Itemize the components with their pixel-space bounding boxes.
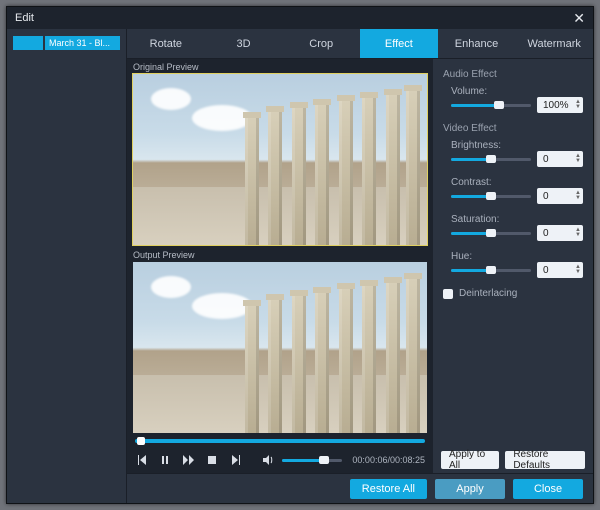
tab-bar: Rotate 3D Crop Effect Enhance Watermark — [127, 29, 593, 59]
stop-button[interactable] — [205, 453, 218, 467]
clip-thumbnail — [13, 36, 43, 50]
contrast-slider[interactable] — [451, 191, 531, 201]
apply-to-all-button[interactable]: Apply to All — [441, 451, 499, 469]
sidebar: March 31 - Bl... — [7, 29, 127, 503]
saturation-spinner[interactable]: ▲▼ — [575, 228, 581, 238]
contrast-spinner[interactable]: ▲▼ — [575, 191, 581, 201]
sidebar-clip-item[interactable]: March 31 - Bl... — [13, 35, 120, 51]
close-icon[interactable]: ✕ — [573, 11, 585, 25]
timecode: 00:00:06/00:08:25 — [352, 455, 425, 465]
apply-button[interactable]: Apply — [435, 479, 505, 499]
tab-rotate[interactable]: Rotate — [127, 29, 205, 58]
restore-defaults-button[interactable]: Restore Defaults — [505, 451, 585, 469]
tab-3d[interactable]: 3D — [205, 29, 283, 58]
panel-bottom: Apply to All Restore Defaults — [433, 447, 593, 473]
saturation-value[interactable]: 0▲▼ — [537, 225, 583, 241]
brightness-label: Brightness: — [443, 140, 583, 151]
next-frame-button[interactable] — [229, 453, 242, 467]
edit-window: Edit ✕ March 31 - Bl... Rotate 3D Crop E… — [6, 6, 594, 504]
output-preview-label: Output Preview — [127, 247, 433, 262]
original-preview — [133, 74, 427, 245]
preview-column: Original Preview Output P — [127, 59, 433, 473]
work-row: Original Preview Output P — [127, 59, 593, 473]
audio-section-label: Audio Effect — [443, 69, 583, 80]
volume-label: Volume: — [443, 86, 583, 97]
window-title: Edit — [15, 12, 34, 24]
deinterlacing-label: Deinterlacing — [459, 288, 517, 299]
brightness-spinner[interactable]: ▲▼ — [575, 154, 581, 164]
pause-button[interactable] — [158, 453, 171, 467]
saturation-label: Saturation: — [443, 214, 583, 225]
deinterlacing-checkbox[interactable]: Deinterlacing — [443, 288, 583, 299]
contrast-label: Contrast: — [443, 177, 583, 188]
seek-bar[interactable] — [127, 435, 433, 447]
tab-watermark[interactable]: Watermark — [515, 29, 593, 58]
main-area: Rotate 3D Crop Effect Enhance Watermark … — [127, 29, 593, 503]
hue-label: Hue: — [443, 251, 583, 262]
volume-value[interactable]: 100%▲▼ — [537, 97, 583, 113]
close-button[interactable]: Close — [513, 479, 583, 499]
output-preview — [133, 262, 427, 433]
clip-label: March 31 - Bl... — [45, 36, 120, 50]
volume-slider[interactable] — [282, 455, 342, 465]
volume-icon[interactable] — [262, 453, 276, 467]
restore-all-button[interactable]: Restore All — [350, 479, 427, 499]
checkbox-icon — [443, 289, 453, 299]
content-area: March 31 - Bl... Rotate 3D Crop Effect E… — [7, 29, 593, 503]
effects-panel: Audio Effect Volume: 100%▲▼ Video Effect… — [433, 59, 593, 447]
transport-bar: 00:00:06/00:08:25 — [127, 447, 433, 473]
titlebar: Edit ✕ — [7, 7, 593, 29]
fast-forward-button[interactable] — [182, 453, 195, 467]
contrast-value[interactable]: 0▲▼ — [537, 188, 583, 204]
hue-spinner[interactable]: ▲▼ — [575, 265, 581, 275]
brightness-value[interactable]: 0▲▼ — [537, 151, 583, 167]
video-section-label: Video Effect — [443, 123, 583, 134]
brightness-slider[interactable] — [451, 154, 531, 164]
effects-column: Audio Effect Volume: 100%▲▼ Video Effect… — [433, 59, 593, 473]
volume-spinner[interactable]: ▲▼ — [575, 100, 581, 110]
hue-value[interactable]: 0▲▼ — [537, 262, 583, 278]
tab-effect[interactable]: Effect — [360, 29, 438, 58]
volume-effect-slider[interactable] — [451, 100, 531, 110]
prev-frame-button[interactable] — [135, 453, 148, 467]
tab-enhance[interactable]: Enhance — [438, 29, 516, 58]
original-preview-label: Original Preview — [127, 59, 433, 74]
hue-slider[interactable] — [451, 265, 531, 275]
saturation-slider[interactable] — [451, 228, 531, 238]
footer: Restore All Apply Close — [127, 473, 593, 503]
tab-crop[interactable]: Crop — [282, 29, 360, 58]
